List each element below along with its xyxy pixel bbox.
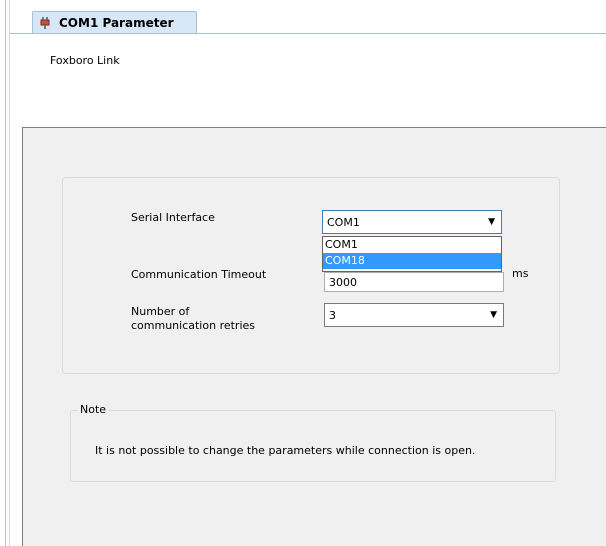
retries-label-line2: communication retries — [131, 319, 256, 332]
border-line — [5, 0, 6, 546]
tab-strip: COM1 Parameter — [10, 0, 606, 33]
header-area: Foxboro Link — [10, 33, 606, 127]
serial-interface-label: Serial Interface — [131, 211, 215, 224]
left-border — [0, 0, 10, 546]
timeout-label: Communication Timeout — [131, 268, 267, 281]
dropdown-option-com1[interactable]: COM1 — [323, 237, 501, 253]
tab-com1-parameter[interactable]: COM1 Parameter — [32, 11, 197, 33]
retries-value: 3 — [329, 308, 336, 322]
tab-title: COM1 Parameter — [59, 15, 174, 30]
retries-select[interactable]: 3 ▼ — [324, 303, 504, 327]
retries-label-line1: Number of — [131, 305, 190, 318]
timeout-input[interactable]: 3000 — [324, 272, 504, 292]
header-subtitle: Foxboro Link — [50, 54, 120, 67]
serial-interface-value: COM1 — [327, 215, 360, 229]
plug-icon — [39, 16, 51, 30]
serial-interface-dropdown: COM1 COM18 — [322, 236, 502, 272]
serial-interface-select[interactable]: COM1 ▼ — [322, 210, 502, 234]
note-text: It is not possible to change the paramet… — [95, 444, 476, 457]
timeout-unit: ms — [512, 267, 529, 280]
dropdown-option-com18[interactable]: COM18 — [323, 253, 501, 269]
chevron-down-icon: ▼ — [490, 310, 497, 320]
note-legend: Note — [78, 403, 109, 416]
chevron-down-icon: ▼ — [488, 217, 495, 227]
timeout-value: 3000 — [329, 275, 357, 289]
